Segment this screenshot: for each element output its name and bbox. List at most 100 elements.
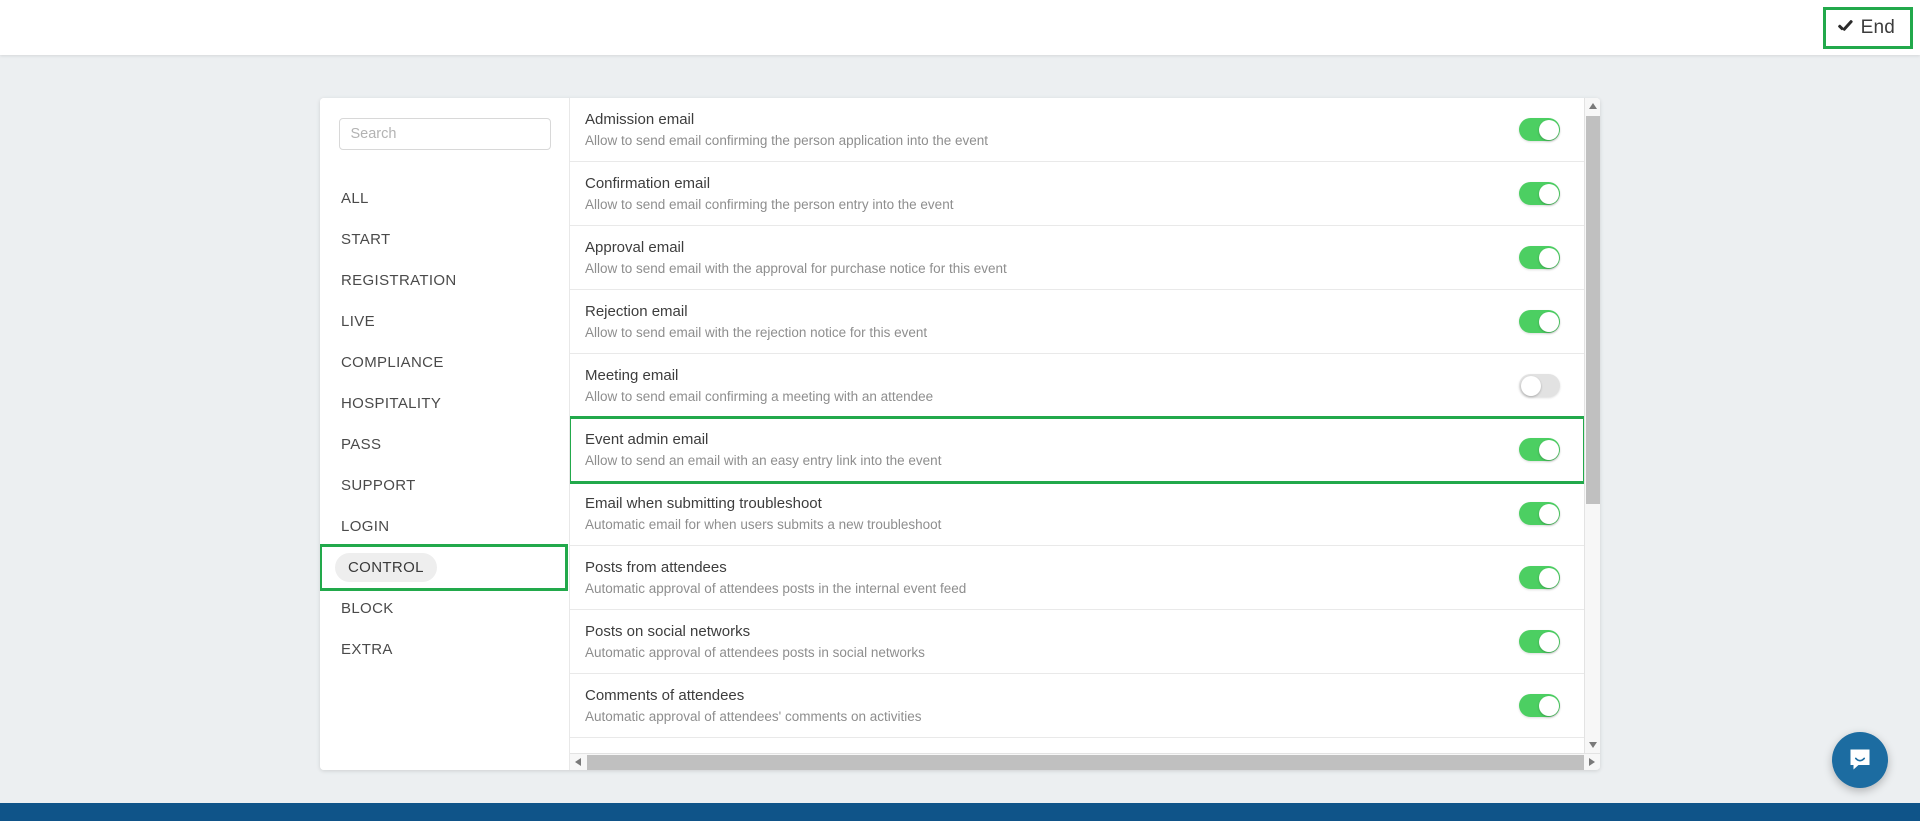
option-toggle[interactable]	[1519, 182, 1560, 205]
sidebar-item-label: PASS	[341, 436, 382, 453]
end-button[interactable]: End	[1827, 12, 1908, 44]
sidebar-item-start[interactable]: START	[320, 219, 569, 260]
settings-card: ALL START REGISTRATION LIVE COMPLIANCE HOSPIT…	[320, 98, 1600, 770]
option-row: Approval email Allow to send email with t…	[570, 226, 1584, 290]
sidebar-item-all[interactable]: ALL	[320, 178, 569, 219]
option-description: Allow to send email confirming the perso…	[585, 132, 988, 148]
toggle-knob	[1520, 375, 1541, 396]
option-row: Meeting email Allow to send email confirm…	[570, 354, 1584, 418]
toggle-knob	[1538, 311, 1559, 332]
sidebar-item-pass[interactable]: PASS	[320, 424, 569, 465]
toggle-knob	[1538, 247, 1559, 268]
category-sidebar: ALL START REGISTRATION LIVE COMPLIANCE HOSPIT…	[320, 98, 570, 770]
option-text: Approval email Allow to send email with t…	[585, 238, 1519, 278]
toggle-knob	[1538, 183, 1559, 204]
category-list: ALL START REGISTRATION LIVE COMPLIANCE HOSPIT…	[320, 178, 569, 670]
sidebar-item-label: CONTROL	[335, 553, 437, 582]
vertical-scrollbar-thumb[interactable]	[1586, 116, 1600, 504]
option-description: Allow to send email confirming the perso…	[585, 196, 954, 212]
option-text: Rejection email Allow to send email with …	[585, 302, 1519, 342]
end-button-label: End	[1860, 17, 1895, 38]
scroll-left-arrow-icon[interactable]	[570, 754, 586, 770]
sidebar-item-label: BLOCK	[341, 600, 394, 617]
option-text: Posts on social networks Automatic approv…	[585, 622, 1519, 662]
option-title: Posts from attendees	[585, 558, 727, 576]
option-text: Posts from attendees Automatic approval o…	[585, 558, 1519, 598]
option-row: Event admin email Allow to send an email …	[570, 416, 1584, 484]
scroll-down-arrow-icon[interactable]	[1585, 737, 1600, 753]
toggle-knob	[1538, 695, 1559, 716]
option-title: Email when submitting troubleshoot	[585, 494, 822, 512]
search-input[interactable]	[338, 118, 551, 150]
option-title: Rejection email	[585, 302, 688, 320]
option-row: Rejection email Allow to send email with …	[570, 290, 1584, 354]
top-header-bar: End	[0, 0, 1920, 55]
horizontal-scrollbar[interactable]	[570, 753, 1600, 770]
chat-bubble-icon	[1850, 749, 1870, 770]
toggle-knob	[1538, 631, 1559, 652]
sidebar-item-label: LIVE	[341, 313, 375, 330]
toggle-knob	[1538, 503, 1559, 524]
toggle-knob	[1538, 567, 1559, 588]
toggle-knob	[1538, 439, 1559, 460]
option-description: Allow to send an email with an easy entr…	[585, 452, 942, 468]
sidebar-item-label: EXTRA	[341, 641, 393, 658]
option-text: Admission email Allow to send email confi…	[585, 110, 1519, 150]
option-toggle[interactable]	[1519, 630, 1560, 653]
option-text: Meeting email Allow to send email confirm…	[585, 366, 1519, 406]
option-toggle[interactable]	[1519, 246, 1560, 269]
option-toggle[interactable]	[1519, 502, 1560, 525]
option-row: Posts from attendees Automatic approval o…	[570, 546, 1584, 610]
option-toggle[interactable]	[1519, 374, 1560, 397]
option-description: Automatic approval of attendees posts in…	[585, 644, 925, 660]
options-list: Admission email Allow to send email confi…	[570, 98, 1584, 753]
bottom-status-bar	[0, 803, 1920, 821]
option-toggle[interactable]	[1519, 566, 1560, 589]
option-description: Allow to send email with the rejection n…	[585, 324, 928, 340]
end-button-highlight-box: End	[1822, 7, 1913, 49]
sidebar-item-hospitality[interactable]: HOSPITALITY	[320, 383, 569, 424]
option-row: Comments of attendees Automatic approval …	[570, 674, 1584, 738]
sidebar-item-label: ALL	[341, 190, 369, 207]
sidebar-item-live[interactable]: LIVE	[320, 301, 569, 342]
option-row: Posts on social networks Automatic approv…	[570, 610, 1584, 674]
option-toggle[interactable]	[1519, 694, 1560, 717]
option-title: Event admin email	[585, 430, 709, 448]
sidebar-item-support[interactable]: SUPPORT	[320, 465, 569, 506]
sidebar-item-control[interactable]: CONTROL	[320, 544, 568, 591]
option-description: Allow to send email with the approval fo…	[585, 260, 1007, 276]
option-description: Automatic email for when users submits a…	[585, 516, 942, 532]
sidebar-item-extra[interactable]: EXTRA	[320, 629, 569, 670]
option-text: Event admin email Allow to send an email …	[585, 430, 1519, 470]
sidebar-item-label: START	[341, 231, 391, 248]
option-title: Approval email	[585, 238, 685, 256]
option-toggle[interactable]	[1519, 310, 1560, 333]
option-title: Admission email	[585, 110, 695, 128]
option-text: Confirmation email Allow to send email co…	[585, 174, 1519, 214]
horizontal-scrollbar-thumb[interactable]	[587, 755, 1599, 770]
sidebar-item-login[interactable]: LOGIN	[320, 506, 569, 547]
sidebar-item-label: REGISTRATION	[341, 272, 457, 289]
options-scroll-area: Admission email Allow to send email confi…	[570, 98, 1600, 753]
scroll-up-arrow-icon[interactable]	[1585, 98, 1600, 114]
vertical-scrollbar[interactable]	[1584, 98, 1600, 753]
sidebar-item-label: LOGIN	[341, 518, 390, 535]
option-title: Posts on social networks	[585, 622, 751, 640]
toggle-knob	[1538, 119, 1559, 140]
sidebar-item-registration[interactable]: REGISTRATION	[320, 260, 569, 301]
option-description: Automatic approval of attendees' comment…	[585, 708, 922, 724]
option-title: Confirmation email	[585, 174, 711, 192]
option-row: Confirmation email Allow to send email co…	[570, 162, 1584, 226]
option-text: Comments of attendees Automatic approval …	[585, 686, 1519, 726]
scroll-right-arrow-icon[interactable]	[1584, 754, 1600, 770]
option-toggle[interactable]	[1519, 118, 1560, 141]
chat-launcher-button[interactable]	[1832, 732, 1888, 788]
option-description: Automatic approval of attendees posts in…	[585, 580, 967, 596]
sidebar-item-label: SUPPORT	[341, 477, 416, 494]
option-row: Admission email Allow to send email confi…	[570, 98, 1584, 162]
sidebar-item-block[interactable]: BLOCK	[320, 588, 569, 629]
sidebar-item-compliance[interactable]: COMPLIANCE	[320, 342, 569, 383]
option-row: Email when submitting troubleshoot Automa…	[570, 482, 1584, 546]
option-toggle[interactable]	[1519, 438, 1560, 461]
option-description: Allow to send email confirming a meeting…	[585, 388, 934, 404]
